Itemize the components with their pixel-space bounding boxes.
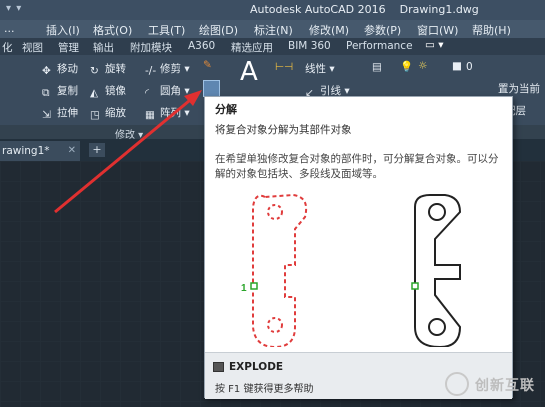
menu-item-help[interactable]: 帮助(H): [472, 22, 511, 38]
watermark-icon: [445, 372, 469, 396]
new-tab-button[interactable]: +: [89, 143, 105, 157]
close-tab-icon[interactable]: ✕: [68, 141, 76, 161]
tooltip-title: 分解: [215, 103, 237, 116]
tab-addins[interactable]: 附加模块: [130, 40, 172, 55]
menu-bar: ... 插入(I) 格式(O) 工具(T) 绘图(D) 标注(N) 修改(M) …: [0, 20, 545, 38]
menu-item-format[interactable]: 格式(O): [93, 22, 132, 38]
tab-partial[interactable]: 化: [2, 40, 13, 55]
grip-marker-label: 1: [241, 283, 247, 294]
tab-output[interactable]: 输出: [93, 40, 114, 55]
tab-a360[interactable]: A360: [188, 40, 215, 52]
menu-item-tools[interactable]: 工具(T): [148, 22, 185, 38]
text-button[interactable]: A: [240, 57, 258, 87]
scale-button[interactable]: ◳ 缩放: [90, 105, 126, 121]
erase-icon: ✎: [203, 59, 212, 71]
bulb-icon[interactable]: 💡: [400, 60, 413, 73]
array-icon: ▦: [145, 109, 155, 121]
tab-manage[interactable]: 管理: [58, 40, 79, 55]
workspace-toggle-icon[interactable]: ▭ ▾: [425, 39, 444, 51]
menu-item-parametric[interactable]: 参数(P): [364, 22, 401, 38]
tab-view[interactable]: 视图: [22, 40, 43, 55]
menu-item-insert[interactable]: 插入(I): [46, 22, 80, 38]
scale-icon: ◳: [90, 109, 100, 121]
menu-item-draw[interactable]: 绘图(D): [199, 22, 238, 38]
command-name: EXPLODE: [229, 361, 284, 373]
erase-button[interactable]: ✎: [203, 59, 212, 71]
quick-access-toolbar[interactable]: ▾ ▾: [6, 3, 22, 14]
set-current-button[interactable]: 置为当前: [498, 81, 540, 96]
mirror-button[interactable]: ◭ 镜像: [90, 83, 126, 99]
explode-button[interactable]: [203, 80, 220, 97]
layer-name[interactable]: 0: [466, 61, 473, 73]
sun-icon[interactable]: ☼: [418, 60, 427, 72]
app-title: Autodesk AutoCAD 2016: [250, 3, 386, 16]
tab-bim360[interactable]: BIM 360: [288, 40, 331, 52]
copy-icon: ⧉: [42, 87, 50, 99]
move-button[interactable]: ✥ 移动: [42, 61, 78, 77]
rotate-button[interactable]: ↻ 旋转: [90, 61, 126, 77]
array-button[interactable]: ▦ 阵列 ▾: [145, 105, 190, 121]
tooltip-long-description: 在希望单独修改复合对象的部件时，可分解复合对象。可以分解的对象包括块、多段线及面…: [215, 153, 499, 180]
file-name: Drawing1.dwg: [399, 3, 479, 16]
tab-performance[interactable]: Performance: [346, 40, 413, 52]
window-title: Autodesk AutoCAD 2016 Drawing1.dwg: [250, 3, 479, 16]
layer-color-swatch[interactable]: ■: [452, 60, 462, 72]
menu-item-modify[interactable]: 修改(M): [309, 22, 349, 38]
mirror-icon: ◭: [90, 87, 99, 99]
menu-item-dimension[interactable]: 标注(N): [254, 22, 293, 38]
tooltip-illustration: 1: [241, 193, 462, 347]
document-tab[interactable]: rawing1* ✕: [0, 141, 80, 161]
title-bar: ▾ ▾ Autodesk AutoCAD 2016 Drawing1.dwg: [0, 0, 545, 20]
menu-item-window[interactable]: 窗口(W): [417, 22, 458, 38]
linear-button[interactable]: 线性 ▾: [305, 61, 335, 76]
fillet-icon: ◜: [145, 87, 150, 99]
watermark-text: 创新互联: [475, 378, 535, 394]
layer-properties-icon[interactable]: ▤: [372, 61, 382, 73]
tab-featured-apps[interactable]: 精选应用: [231, 40, 273, 55]
move-icon: ✥: [42, 65, 51, 77]
rotate-icon: ↻: [90, 65, 99, 77]
stretch-button[interactable]: ⇲ 拉伸: [42, 105, 78, 121]
ribbon-tab-bar: 化 视图 管理 输出 附加模块 A360 精选应用 BIM 360 Perfor…: [0, 38, 545, 55]
trim-icon: -/-: [145, 65, 157, 77]
menu-item-more[interactable]: ...: [4, 22, 15, 35]
explode-tooltip: 分解 将复合对象分解为其部件对象 在希望单独修改复合对象的部件时，可分解复合对象…: [204, 96, 513, 399]
tooltip-short-description: 将复合对象分解为其部件对象: [215, 124, 352, 136]
help-hint: 按 F1 键获得更多帮助: [215, 384, 314, 395]
document-tab-label: rawing1*: [2, 145, 50, 157]
stretch-icon: ⇲: [42, 109, 51, 121]
copy-button[interactable]: ⧉ 复制: [42, 83, 78, 99]
fillet-button[interactable]: ◜ 圆角 ▾: [145, 83, 190, 99]
command-line-icon: [213, 362, 224, 372]
trim-button[interactable]: -/- 修剪 ▾: [145, 61, 190, 77]
watermark-logo: 创新互联: [443, 368, 545, 404]
dimension-icon[interactable]: ⊢⊣: [275, 61, 293, 73]
